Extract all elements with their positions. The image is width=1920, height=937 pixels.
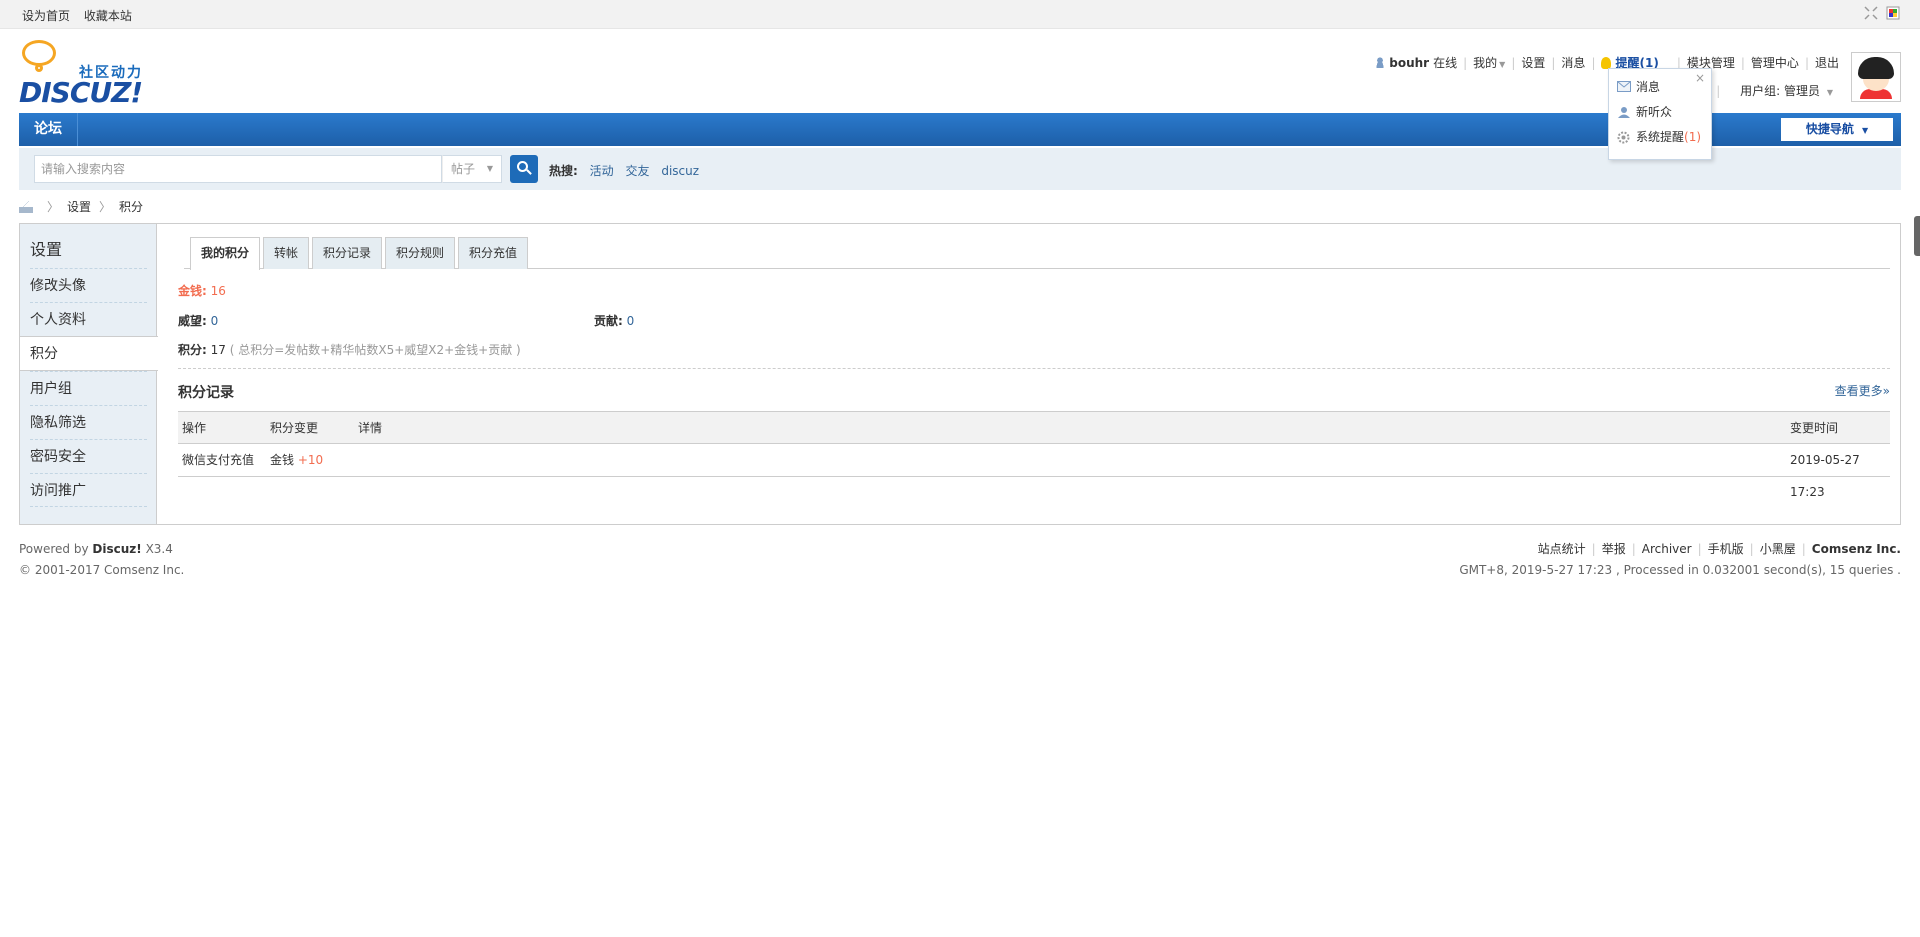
column-header-time: 变更时间 — [1790, 421, 1839, 435]
prestige-label: 威望: — [178, 314, 207, 328]
avatar[interactable] — [1851, 52, 1901, 102]
table-row: 微信支付充值 金钱 +10 2019-05-27 17:23 — [178, 444, 1890, 499]
hot-search-link[interactable]: discuz — [661, 164, 699, 178]
total-label: 积分: — [178, 343, 207, 357]
tab-my-credits[interactable]: 我的积分 — [190, 237, 261, 270]
credits-tabs: 我的积分 转帐 积分记录 积分规则 积分充值 — [184, 237, 1890, 270]
table-header: 操作 积分变更 详情 变更时间 — [178, 411, 1890, 444]
breadcrumb: 〉 设置 〉 积分 — [19, 198, 143, 215]
contribution-label: 贡献: — [594, 314, 623, 328]
close-icon[interactable]: × — [1695, 71, 1705, 85]
search-input[interactable]: 请输入搜索内容 — [34, 155, 442, 183]
sidebar-item-usergroup[interactable]: 用户组 — [30, 371, 147, 405]
sidebar-item-password[interactable]: 密码安全 — [30, 439, 147, 473]
bookmark-link[interactable]: 收藏本站 — [84, 9, 132, 23]
set-home-link[interactable]: 设为首页 — [22, 9, 70, 23]
username-link[interactable]: bouhr — [1389, 56, 1429, 70]
hot-search: 热搜: 活动 交友 discuz — [549, 162, 707, 179]
sidebar-item-promotion[interactable]: 访问推广 — [30, 473, 147, 507]
gear-icon — [1617, 131, 1631, 144]
mine-menu[interactable]: 我的 ▼ — [1473, 54, 1505, 71]
footer-product-link[interactable]: Discuz! — [92, 542, 141, 556]
view-more-link[interactable]: 查看更多» — [1835, 382, 1890, 399]
hot-search-link[interactable]: 交友 — [625, 164, 649, 178]
user-icon — [1617, 106, 1631, 118]
popup-item-system-remind[interactable]: 系统提醒 (1) — [1617, 128, 1701, 145]
sidebar-item-credits[interactable]: 积分 — [20, 336, 158, 371]
footer-link-archiver[interactable]: Archiver — [1642, 542, 1692, 556]
admin-center-link[interactable]: 管理中心 — [1751, 54, 1799, 71]
money-line: 金钱: 16 — [178, 282, 226, 299]
top-bar: 设为首页 收藏本站 — [0, 0, 1920, 29]
search-button[interactable] — [510, 155, 538, 183]
nav-item-forum[interactable]: 论坛 — [19, 113, 78, 146]
sidebar-title: 设置 — [30, 240, 63, 259]
tab-transfer[interactable]: 转帐 — [263, 237, 310, 269]
record-change: 金钱 +10 — [270, 453, 324, 467]
fullscreen-icon[interactable] — [1864, 6, 1878, 20]
breadcrumb-item[interactable]: 设置 — [67, 198, 91, 215]
column-header-change: 积分变更 — [270, 421, 319, 435]
tab-credit-rules[interactable]: 积分规则 — [385, 237, 456, 269]
sidebar-item-profile[interactable]: 个人资料 — [30, 302, 147, 336]
prestige-value: 0 — [210, 314, 219, 328]
lightbulb-icon — [1601, 56, 1612, 69]
site-logo[interactable]: 社区动力 DISCUZ! — [19, 38, 154, 109]
total-credits-line: 积分: 17 ( 总积分=发帖数+精华帖数X5+威望X2+金钱+贡献 ) — [178, 341, 521, 358]
settings-link[interactable]: 设置 — [1521, 54, 1545, 71]
tab-credit-recharge[interactable]: 积分充值 — [458, 237, 529, 269]
footer-link-blacklist[interactable]: 小黑屋 — [1760, 542, 1796, 556]
popup-item-new-followers[interactable]: 新听众 — [1617, 103, 1672, 120]
logo-wordmark: DISCUZ! — [19, 76, 143, 109]
tab-credit-log[interactable]: 积分记录 — [312, 237, 383, 269]
user-icon — [1375, 57, 1386, 68]
chevron-down-icon: ▼ — [1499, 60, 1506, 69]
footer-copyright: © 2001-2017 Comsenz Inc. — [19, 563, 185, 577]
home-icon[interactable] — [19, 200, 33, 213]
sidebar-item-privacy[interactable]: 隐私筛选 — [30, 405, 147, 439]
footer-link-stats[interactable]: 站点统计 — [1538, 542, 1586, 556]
chevron-down-icon: ▼ — [1826, 88, 1833, 97]
contribution-value: 0 — [626, 314, 635, 328]
column-header-action: 操作 — [182, 421, 207, 435]
footer-link-mobile[interactable]: 手机版 — [1708, 542, 1744, 556]
color-theme-icon[interactable] — [1886, 6, 1900, 20]
footer-company-link[interactable]: Comsenz Inc. — [1812, 542, 1901, 556]
divider — [178, 368, 1890, 369]
record-time: 2019-05-27 17:23 — [1790, 453, 1860, 499]
money-label: 金钱: — [178, 284, 207, 298]
popup-item-messages[interactable]: 消息 — [1617, 78, 1660, 95]
chevron-down-icon: ▼ — [1862, 126, 1869, 135]
footer-stats: GMT+8, 2019-5-27 17:23 , Processed in 0.… — [1459, 563, 1901, 577]
credits-content: 我的积分 转帐 积分记录 积分规则 积分充值 金钱: 16 威望: 0 贡献: … — [178, 224, 1890, 524]
sidebar-item-avatar[interactable]: 修改头像 — [30, 268, 147, 302]
footer-link-report[interactable]: 举报 — [1602, 542, 1626, 556]
main-panel: 设置 修改头像 个人资料 积分 用户组 隐私筛选 密码安全 访问推广 我的积分 … — [19, 223, 1901, 525]
messages-link[interactable]: 消息 — [1561, 54, 1585, 71]
logout-link[interactable]: 退出 — [1815, 54, 1839, 71]
footer-right: 站点统计 | 举报 | Archiver | 手机版 | 小黑屋 | Comsenz Inc. GM… — [1459, 539, 1901, 581]
footer-left: Powered by Discuz! X3.4 © 2001-2017 Coms… — [19, 539, 184, 581]
remind-popup: × 消息 新听众 系统提醒 (1) — [1608, 68, 1712, 160]
breadcrumb-item: 积分 — [119, 200, 144, 214]
logo-bubble-icon — [22, 40, 56, 66]
online-status: 在线 — [1433, 56, 1458, 70]
hot-search-label: 热搜: — [549, 164, 578, 178]
hot-search-link[interactable]: 活动 — [590, 164, 614, 178]
quick-nav-button[interactable]: 快捷导航 ▼ — [1781, 118, 1893, 141]
total-value: 17 — [210, 343, 226, 357]
chevron-down-icon: ▼ — [486, 164, 493, 173]
total-formula-note: ( 总积分=发帖数+精华帖数X5+威望X2+金钱+贡献 ) — [229, 343, 521, 357]
side-scroll-tab[interactable] — [1914, 216, 1920, 256]
column-header-detail: 详情 — [358, 421, 383, 435]
search-type-select[interactable]: 帖子 ▼ — [442, 155, 502, 183]
settings-sidebar: 设置 修改头像 个人资料 积分 用户组 隐私筛选 密码安全 访问推广 — [20, 224, 158, 524]
records-title: 积分记录 — [178, 385, 234, 401]
usergroup-menu[interactable]: | 用户组: 管理员 ▼ — [1716, 82, 1833, 99]
envelope-icon — [1617, 81, 1631, 92]
money-value: 16 — [210, 284, 226, 298]
record-action: 微信支付充值 — [182, 453, 255, 467]
